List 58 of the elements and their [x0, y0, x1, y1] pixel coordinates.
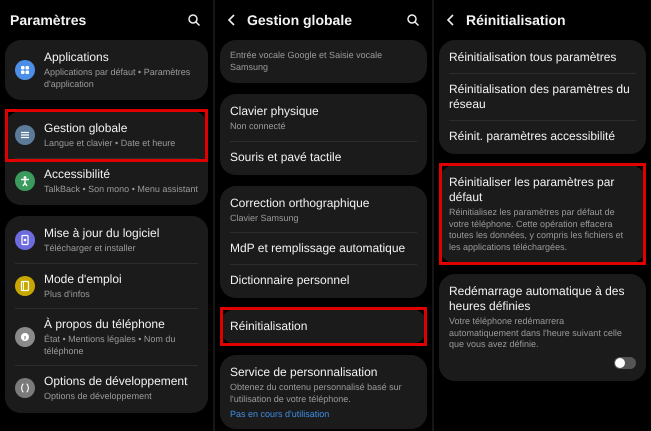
- item-description: Non connecté: [230, 121, 287, 132]
- item-description: Langue et clavier • Date et heure: [44, 138, 176, 150]
- toggle-switch[interactable]: [614, 356, 636, 368]
- item-title: Réinitialisation tous paramètres: [449, 50, 618, 65]
- settings-row[interactable]: Redémarrage automatique à des heures définies Votre téléphone redémarrera automatiquement dans l'heure suivant celle que vous avez définie.: [449, 276, 636, 378]
- settings-row[interactable]: Réinitialisation tous paramètres: [449, 42, 636, 73]
- screen-title: Gestion globale: [247, 12, 354, 28]
- settings-row[interactable]: Réinitialisation: [224, 311, 423, 342]
- item-title: Redémarrage automatique à des heures définies: [449, 284, 626, 314]
- settings-row[interactable]: MdP et remplissage automatique: [230, 232, 417, 264]
- screen-title: Paramètres: [10, 12, 88, 28]
- item-title: À propos du téléphone: [44, 317, 166, 332]
- settings-row[interactable]: Mode d'emploi Plus d'infos: [15, 262, 198, 308]
- item-title: Mise à jour du logiciel: [44, 226, 160, 241]
- item-description: Obtenez du contenu personnalisé basé sur l'utilisation de votre téléphone.: [230, 382, 403, 405]
- item-title: Options de développement: [44, 374, 188, 389]
- item-description: Réinitialisez les paramètres par défaut de votre téléphone. Cette opération effacera toutes les données, y compris les fichiers et les applications téléchargées.: [449, 207, 624, 253]
- settings-row[interactable]: Réinitialisation des paramètres du réseau: [449, 73, 636, 120]
- settings-row[interactable]: Souris et pavé tactile: [230, 140, 417, 172]
- item-title: Service de personnalisation: [230, 365, 378, 380]
- item-title: Souris et pavé tactile: [230, 150, 342, 164]
- item-title: Applications: [44, 50, 110, 65]
- item-description: TalkBack • Son mono • Menu assistant: [44, 184, 198, 195]
- item-title: Réinitialiser les paramètres par défaut: [449, 175, 616, 205]
- settings-row[interactable]: Applications Applications par défaut • Paramètres d'application: [15, 42, 198, 98]
- item-title: Réinit. paramètres accessibilité: [449, 129, 616, 144]
- status-link[interactable]: Pas en cours d'utilisation: [230, 409, 330, 419]
- item-title: Réinitialisation: [230, 319, 308, 334]
- settings-row[interactable]: À propos du téléphone État • Mentions légales • Nom du téléphone: [15, 308, 198, 365]
- item-title: MdP et remplissage automatique: [230, 241, 406, 256]
- item-title: Mode d'emploi: [44, 272, 123, 286]
- settings-row[interactable]: Correction orthographique Clavier Samsung: [230, 188, 417, 232]
- settings-row[interactable]: Mise à jour du logiciel Télécharger et installer: [15, 218, 198, 262]
- screen-title: Réinitialisation: [466, 12, 567, 28]
- settings-row[interactable]: Réinit. paramètres accessibilité: [449, 120, 636, 152]
- item-title: Gestion globale: [44, 121, 128, 136]
- search-icon[interactable]: [406, 13, 420, 27]
- item-description: Entrée vocale Google et Saisie vocale Samsung: [230, 50, 384, 73]
- item-description: Plus d'infos: [44, 288, 91, 300]
- item-description: Options de développement: [44, 391, 153, 402]
- item-title: Réinitialisation des paramètres du réseau: [449, 82, 631, 112]
- item-description: Clavier Samsung: [230, 212, 300, 224]
- settings-row[interactable]: Dictionnaire personnel: [230, 264, 417, 296]
- item-title: Accessibilité: [44, 166, 112, 182]
- item-description: Télécharger et installer: [44, 243, 137, 254]
- item-description: Votre téléphone redémarrera automatiquement dans l'heure suivant celle que vous avez définie.: [449, 316, 623, 350]
- settings-row[interactable]: Accessibilité TalkBack • Son mono • Menu assistant: [15, 158, 198, 203]
- settings-row[interactable]: Service de personnalisation Obtenez du contenu personnalisé basé sur l'utilisation de votre téléphone. Pas en cours d'utilisation: [230, 357, 417, 427]
- item-title: Correction orthographique: [230, 196, 370, 210]
- item-title: Clavier physique: [230, 104, 320, 119]
- settings-row[interactable]: Options de développement Options de développement: [15, 365, 198, 410]
- settings-row[interactable]: Entrée vocale Google et Saisie vocale Samsung: [230, 42, 417, 81]
- search-icon[interactable]: [187, 13, 201, 27]
- settings-row[interactable]: Gestion globale Langue et clavier • Date et heure: [9, 113, 204, 158]
- item-description: État • Mentions légales • Nom du téléphone: [44, 334, 176, 357]
- item-description: Applications par défaut • Paramètres d'application: [44, 67, 192, 90]
- item-title: Dictionnaire personnel: [230, 273, 350, 288]
- settings-row[interactable]: Clavier physique Non connecté: [230, 96, 417, 140]
